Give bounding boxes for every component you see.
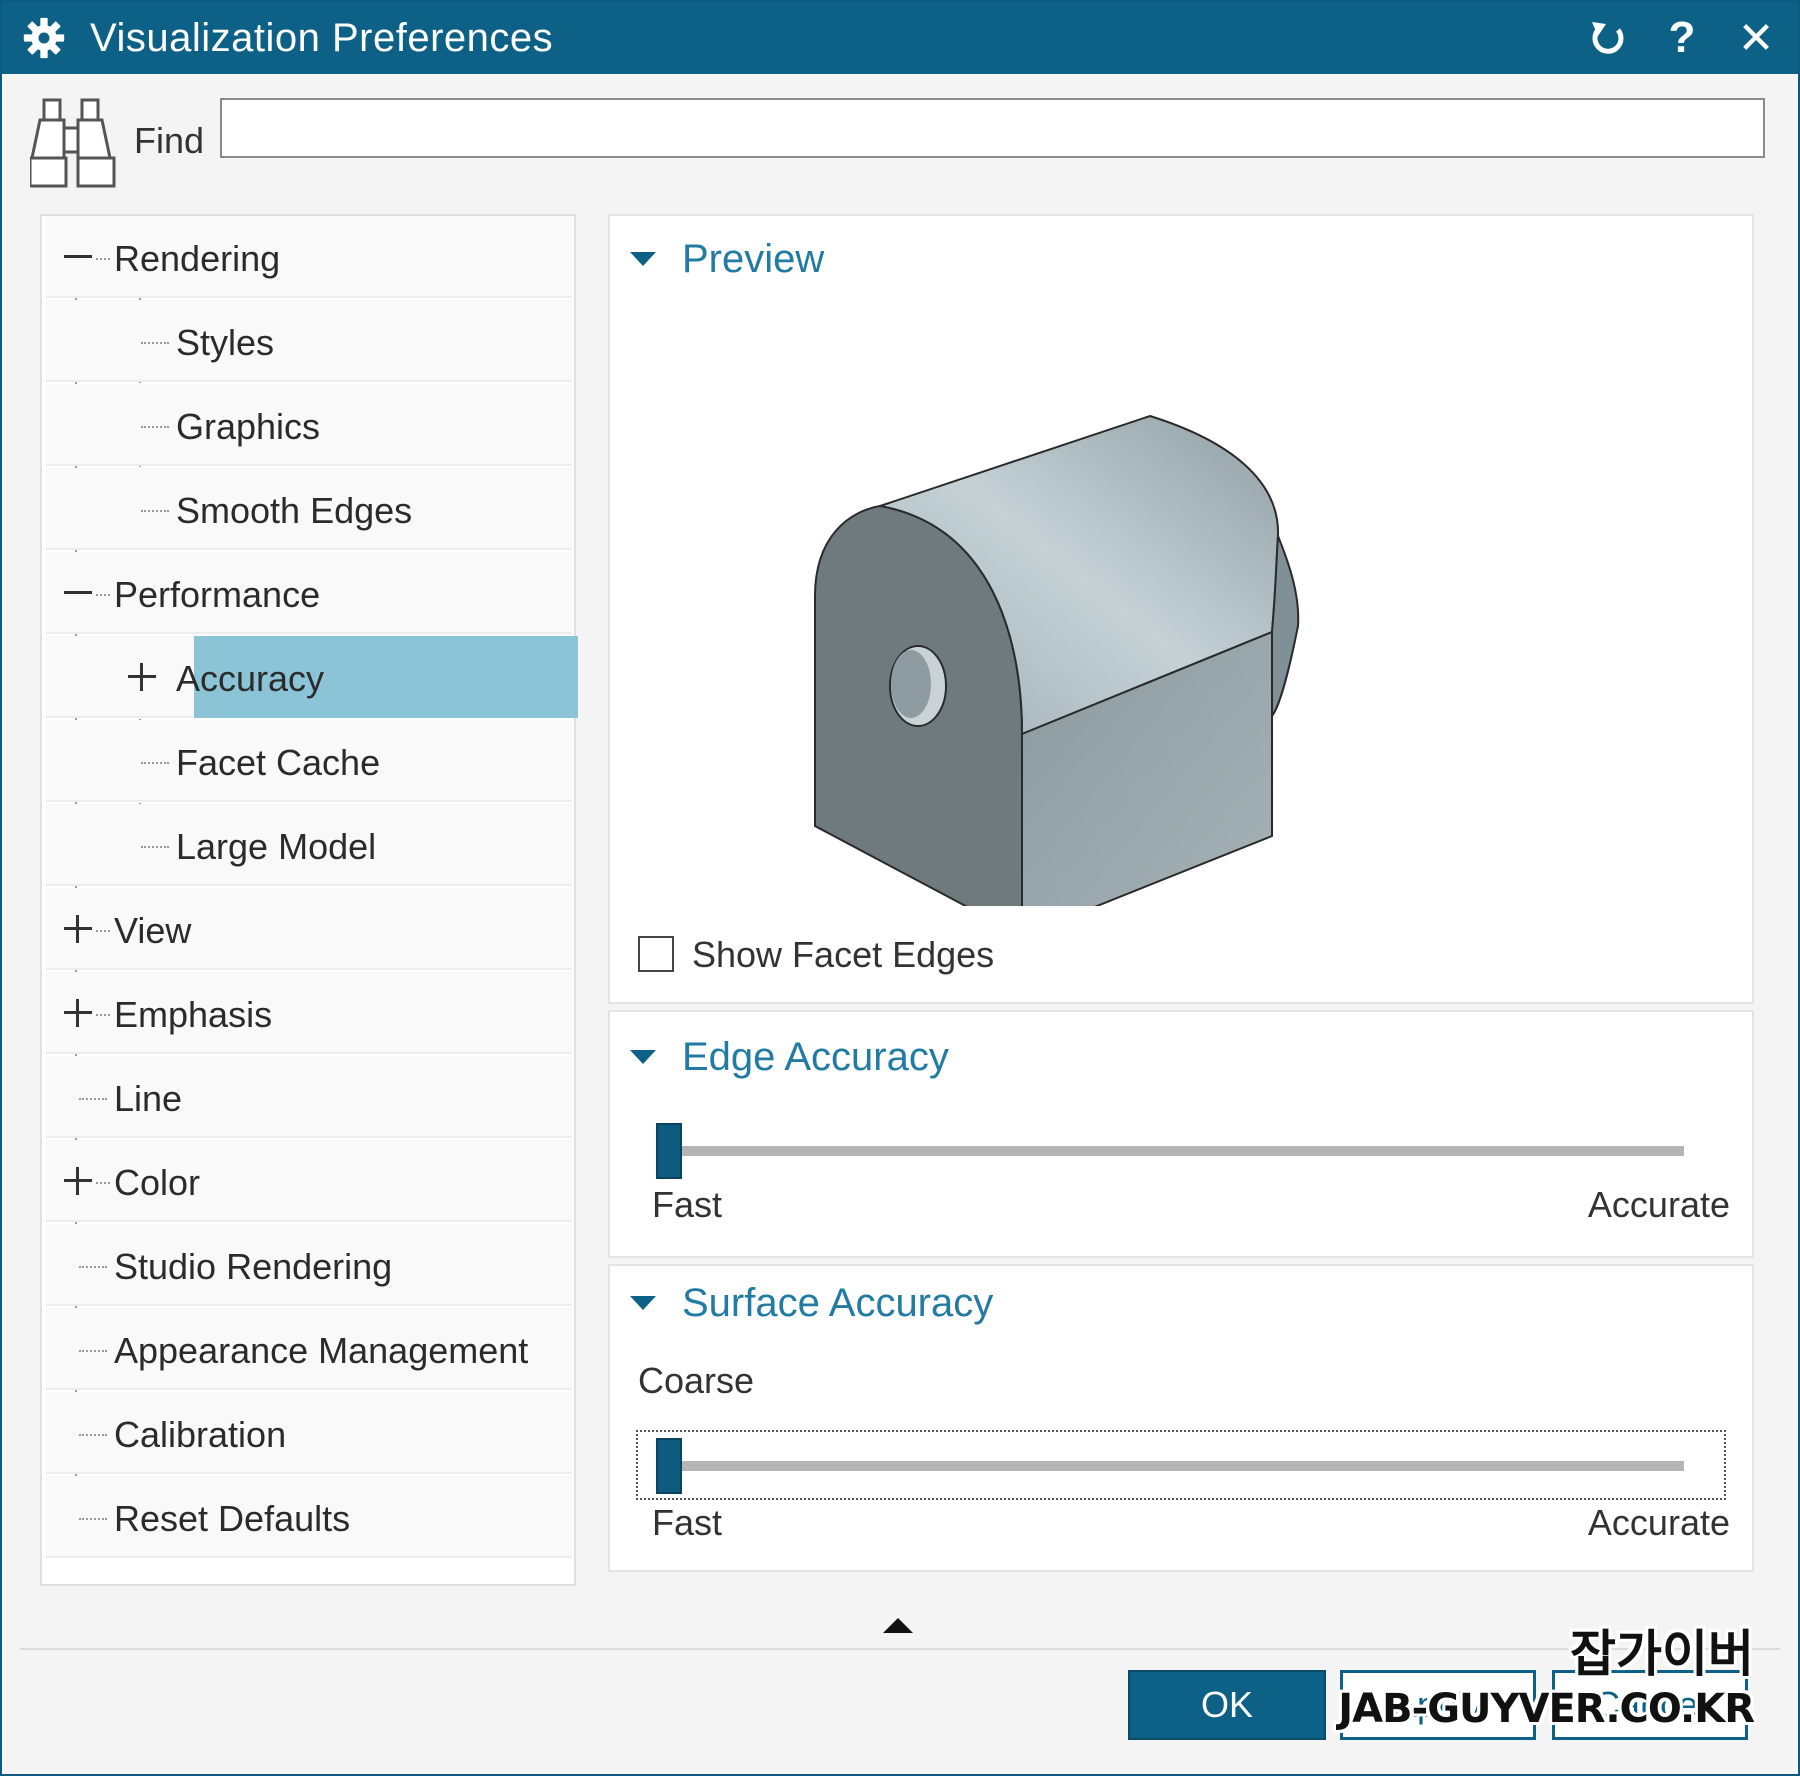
collapse-icon[interactable] [62,241,94,273]
surface-accuracy-max-label: Accurate [1587,1502,1730,1543]
show-facet-edges-label: Show Facet Edges [692,934,995,975]
tree-item-calibration[interactable]: Calibration [46,1392,572,1474]
visualization-preferences-dialog: Visualization Preferences ? ✕ Find Rende… [0,0,1800,1776]
expand-icon[interactable] [126,661,158,693]
collapse-triangle-icon [630,252,656,266]
edge-accuracy-section: Edge Accuracy Fast Accurate [608,1010,1754,1258]
tree-item-styles[interactable]: Styles [46,300,572,382]
tree-item-appearance-management[interactable]: Appearance Management [46,1308,572,1390]
reset-icon [1592,22,1624,54]
edge-accuracy-max-label: Accurate [1587,1184,1730,1225]
surface-accuracy-header[interactable]: Surface Accuracy [630,1278,993,1328]
tree-item-smooth-edges[interactable]: Smooth Edges [46,468,572,550]
collapse-panel-icon[interactable] [883,1618,913,1633]
collapse-triangle-icon [630,1050,656,1064]
tree-item-view[interactable]: View [46,888,572,970]
surface-accuracy-slider-thumb[interactable] [656,1438,682,1494]
tree-item-rendering[interactable]: Rendering [46,216,572,298]
window-title: Visualization Preferences [90,15,554,60]
preview-section: Preview Show Facet Edges [608,214,1754,1004]
find-input[interactable] [220,98,1765,158]
surface-accuracy-slider-track[interactable] [656,1461,1684,1471]
binoculars-icon [30,98,116,188]
help-icon[interactable]: ? [1660,13,1704,62]
gear-icon [23,17,65,59]
find-label: Find [134,120,205,161]
tree-item-emphasis[interactable]: Emphasis [46,972,572,1054]
collapse-icon[interactable] [62,577,94,609]
tree-item-reset-defaults[interactable]: Reset Defaults [46,1476,572,1558]
tree-item-performance[interactable]: Performance [46,552,572,634]
surface-accuracy-min-label: Fast [652,1502,723,1543]
title-bar: Visualization Preferences ? ✕ [2,2,1798,74]
tree-item-graphics[interactable]: Graphics [46,384,572,466]
collapse-triangle-icon [630,1296,656,1310]
close-icon[interactable]: ✕ [1734,14,1778,63]
edge-accuracy-header[interactable]: Edge Accuracy [630,1032,949,1082]
ok-button[interactable]: OK [1128,1670,1326,1740]
surface-accuracy-current-label: Coarse [638,1360,755,1401]
tree-item-accuracy[interactable]: Accuracy [46,636,578,718]
expand-icon[interactable] [62,1165,94,1197]
expand-icon[interactable] [62,997,94,1029]
expand-icon[interactable] [62,913,94,945]
surface-accuracy-section: Surface Accuracy Coarse Fast Accurate [608,1264,1754,1572]
tree-item-large-model[interactable]: Large Model [46,804,572,886]
tree-item-color[interactable]: Color [46,1140,572,1222]
edge-accuracy-slider-track[interactable] [656,1146,1684,1156]
find-row: Find [30,98,1770,188]
watermark-korean: 잡가이버 [1570,1625,1754,1683]
tree-item-studio-rendering[interactable]: Studio Rendering [46,1224,572,1306]
watermark: 잡가이버 JAB-GUYVER.CO.KR [1338,1624,1755,1734]
watermark-site: JAB-GUYVER.CO.KR [1338,1686,1755,1732]
navigation-tree: Rendering Styles Graphics Smooth Edges P… [40,214,578,1586]
edge-accuracy-slider-thumb[interactable] [656,1123,682,1179]
preview-model-image [814,414,1300,906]
show-facet-edges-checkbox[interactable] [638,936,674,972]
edge-accuracy-min-label: Fast [652,1184,723,1225]
reset-button[interactable] [1586,16,1630,60]
preview-header[interactable]: Preview [630,234,824,284]
tree-item-facet-cache[interactable]: Facet Cache [46,720,572,802]
settings-panel: Preview Show Facet Edges Edge Accuracy F… [608,214,1760,1586]
tree-item-line[interactable]: Line [46,1056,572,1138]
